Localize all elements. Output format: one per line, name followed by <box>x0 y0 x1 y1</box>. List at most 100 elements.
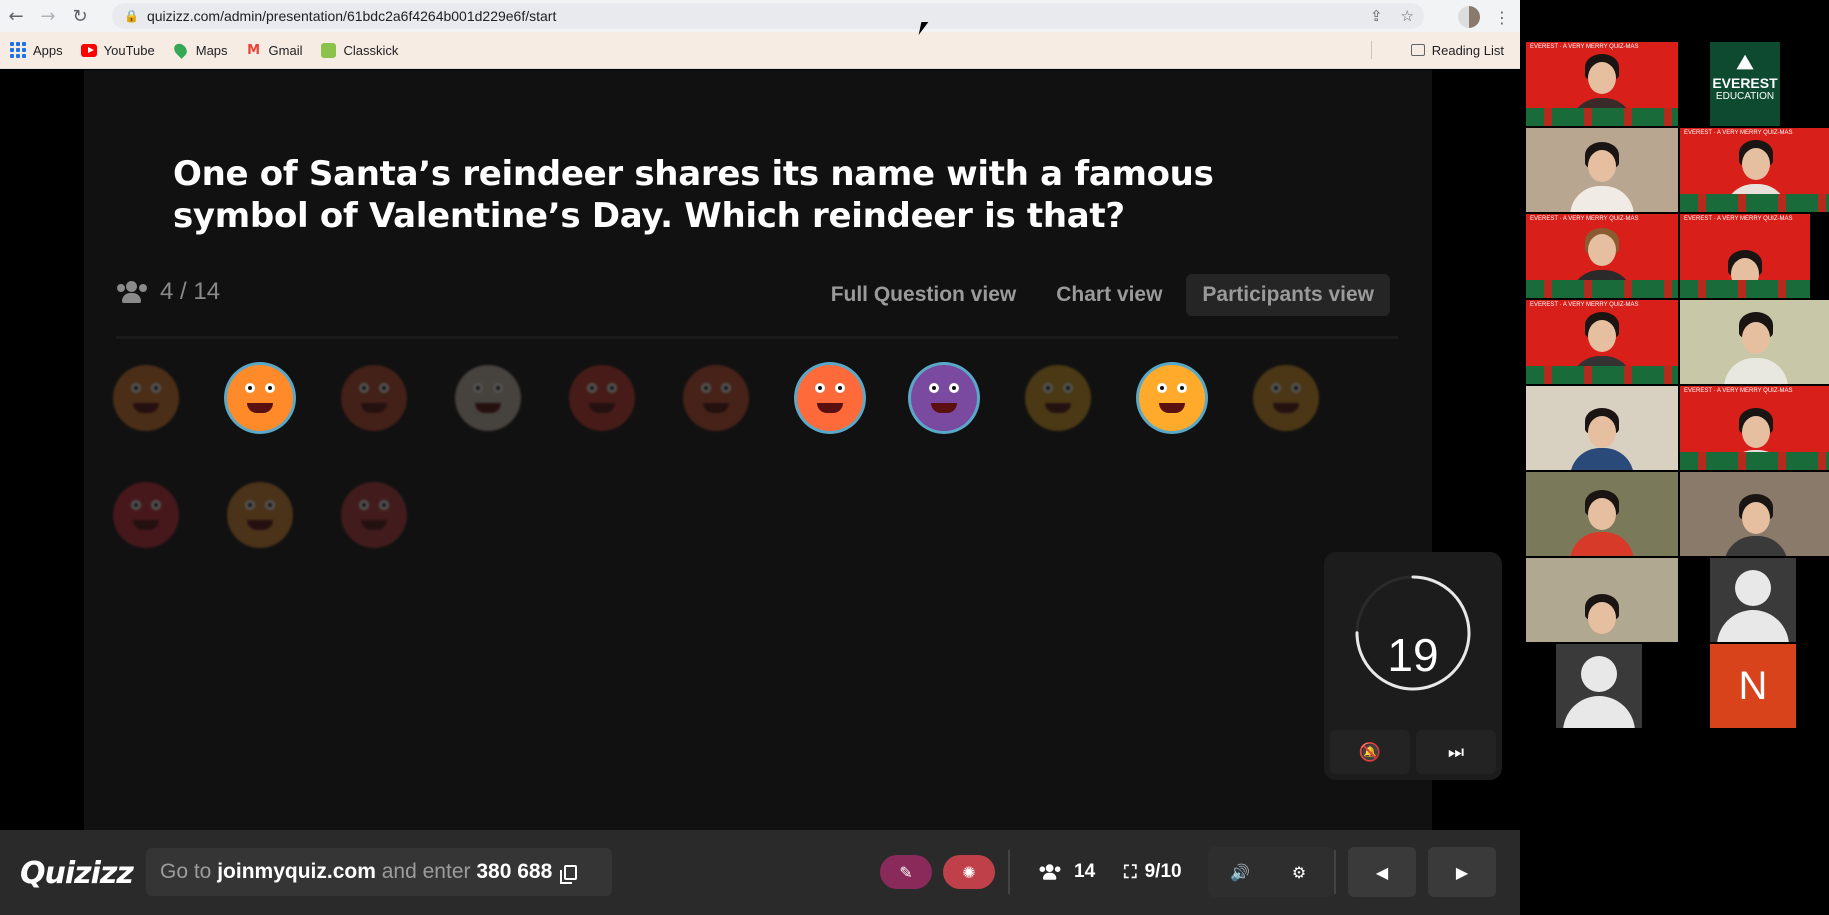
sound-button[interactable]: 🔊 <box>1208 847 1272 897</box>
video-tile[interactable] <box>1526 128 1678 212</box>
url-field[interactable]: 🔒 quizizz.com/admin/presentation/61bdc2a… <box>112 3 1424 29</box>
kebab-menu-icon[interactable]: ⋮ <box>1494 8 1510 27</box>
video-tile[interactable]: EVEREST · A VERY MERRY QUIZ-MAS <box>1526 42 1678 126</box>
head <box>1588 62 1616 94</box>
previous-button[interactable]: ◀ <box>1348 847 1416 897</box>
head <box>1588 498 1616 530</box>
head <box>1742 502 1770 534</box>
head <box>1742 416 1770 448</box>
join-instructions: Go to joinmyquiz.com and enter 380 688 <box>146 848 612 896</box>
tab-participants-view[interactable]: Participants view <box>1186 274 1390 316</box>
maps-icon <box>171 41 190 59</box>
video-tile[interactable]: EVEREST · A VERY MERRY QUIZ-MAS <box>1680 214 1810 298</box>
participant-avatar-pending <box>341 365 407 431</box>
tab-chart-view[interactable]: Chart view <box>1040 274 1178 316</box>
video-tile[interactable]: EVEREST · A VERY MERRY QUIZ-MAS <box>1680 128 1829 212</box>
banner-decor <box>1680 194 1829 212</box>
silhouette-body <box>1717 610 1789 642</box>
quiz-stage: One of Santa’s reindeer shares its name … <box>0 70 1520 830</box>
body <box>1724 536 1788 556</box>
lock-icon: 🔒 <box>124 9 139 23</box>
mute-timer-button[interactable]: 🔕 <box>1330 730 1410 774</box>
participants-count-button[interactable]: 14 <box>1034 848 1095 896</box>
participant-avatar-pending <box>569 365 635 431</box>
bar-divider <box>1334 850 1336 894</box>
everest-logo-tile[interactable]: ⛰ EVEREST EDUCATION <box>1710 42 1780 126</box>
bookmark-gmail[interactable]: M Gmail <box>246 42 303 58</box>
url-text: quizizz.com/admin/presentation/61bdc2a6f… <box>146 8 557 24</box>
tabs-divider <box>116 336 1398 339</box>
slide-counter: 9/10 <box>1144 861 1182 882</box>
reading-list-label: Reading List <box>1431 42 1504 58</box>
apps-grid-icon <box>10 42 26 58</box>
back-icon[interactable]: ← <box>0 0 32 32</box>
bookmark-label: Gmail <box>268 42 303 58</box>
video-gallery: EVEREST · A VERY MERRY QUIZ-MAS ⛰ EVERES… <box>1520 0 1829 915</box>
participant-avatar-pending <box>227 482 293 548</box>
video-tile[interactable] <box>1526 558 1678 642</box>
video-tile-placeholder[interactable] <box>1710 558 1796 642</box>
video-tile[interactable]: EVEREST · A VERY MERRY QUIZ-MAS <box>1680 386 1829 470</box>
no-sound-icon: 🔕 <box>1358 741 1382 762</box>
bookmark-maps[interactable]: Maps <box>171 41 228 59</box>
slide-counter-button[interactable]: ⛶ 9/10 <box>1124 848 1182 896</box>
bookmark-youtube[interactable]: YouTube <box>80 42 155 58</box>
video-tile[interactable] <box>1526 386 1678 470</box>
skip-question-button[interactable]: ⏭ <box>1416 730 1496 774</box>
address-bar-row: ← → ↻ 🔒 quizizz.com/admin/presentation/6… <box>0 0 1520 32</box>
forward-icon[interactable]: → <box>32 0 64 32</box>
tab-full-question-view[interactable]: Full Question view <box>815 274 1033 316</box>
star-icon[interactable]: ☆ <box>1401 7 1414 25</box>
answered-counter: 4 / 14 <box>116 278 220 306</box>
question-text: One of Santa’s reindeer shares its name … <box>173 154 1214 236</box>
video-tile[interactable] <box>1680 300 1829 384</box>
next-button[interactable]: ▶ <box>1428 847 1496 897</box>
participant-avatar-answered <box>797 365 863 431</box>
bar-divider <box>1008 850 1010 894</box>
youtube-icon <box>80 42 97 58</box>
bookmarks-divider <box>1371 41 1372 59</box>
video-tile[interactable]: EVEREST · A VERY MERRY QUIZ-MAS <box>1526 300 1678 384</box>
banner-decor <box>1680 280 1810 298</box>
profile-avatar[interactable] <box>1458 6 1480 28</box>
user-silhouette-icon <box>1581 656 1617 692</box>
share-icon[interactable]: ⇪ <box>1370 7 1383 25</box>
annotate-button[interactable]: ✎ <box>880 855 932 889</box>
participant-avatar-pending <box>1025 365 1091 431</box>
head <box>1588 416 1616 448</box>
everest-line1: EVEREST <box>1712 75 1778 91</box>
bookmark-classkick[interactable]: Classkick <box>320 42 398 58</box>
copy-icon[interactable] <box>560 864 578 884</box>
join-code: 380 688 <box>476 860 553 883</box>
users-icon <box>116 281 148 303</box>
video-tile[interactable] <box>1680 472 1829 556</box>
video-tile[interactable] <box>1526 472 1678 556</box>
join-site: joinmyquiz.com <box>217 860 376 883</box>
body <box>1570 448 1634 470</box>
settings-button[interactable]: ⚙ <box>1264 847 1334 897</box>
powerups-button[interactable]: ✺ <box>943 855 995 889</box>
banner-text: EVEREST · A VERY MERRY QUIZ-MAS <box>1684 388 1793 394</box>
skip-next-icon: ⏭ <box>1447 741 1465 762</box>
reading-list-button[interactable]: Reading List <box>1410 42 1504 58</box>
reload-icon[interactable]: ↻ <box>64 0 96 32</box>
banner-text: EVEREST · A VERY MERRY QUIZ-MAS <box>1684 130 1793 136</box>
users-icon <box>1039 864 1061 880</box>
bookmark-apps[interactable]: Apps <box>10 42 63 58</box>
banner-text: EVEREST · A VERY MERRY QUIZ-MAS <box>1684 216 1793 222</box>
banner-decor <box>1680 452 1829 470</box>
participant-avatar-pending <box>113 482 179 548</box>
video-tile[interactable]: EVEREST · A VERY MERRY QUIZ-MAS <box>1526 214 1678 298</box>
answered-count-text: 4 / 14 <box>160 278 221 305</box>
screen: ← → ↻ 🔒 quizizz.com/admin/presentation/6… <box>0 0 1829 915</box>
banner-text: EVEREST · A VERY MERRY QUIZ-MAS <box>1530 302 1639 308</box>
reading-list-icon <box>1410 44 1425 56</box>
body <box>1570 532 1634 556</box>
banner-decor <box>1526 108 1678 126</box>
join-middle: and enter <box>381 860 471 883</box>
video-tile-placeholder[interactable] <box>1556 644 1642 728</box>
timer-value: 19 <box>1387 629 1439 681</box>
head <box>1588 234 1616 266</box>
video-tile-initial[interactable]: N <box>1710 644 1796 728</box>
timer-card: 19 🔕 ⏭ <box>1324 552 1502 780</box>
